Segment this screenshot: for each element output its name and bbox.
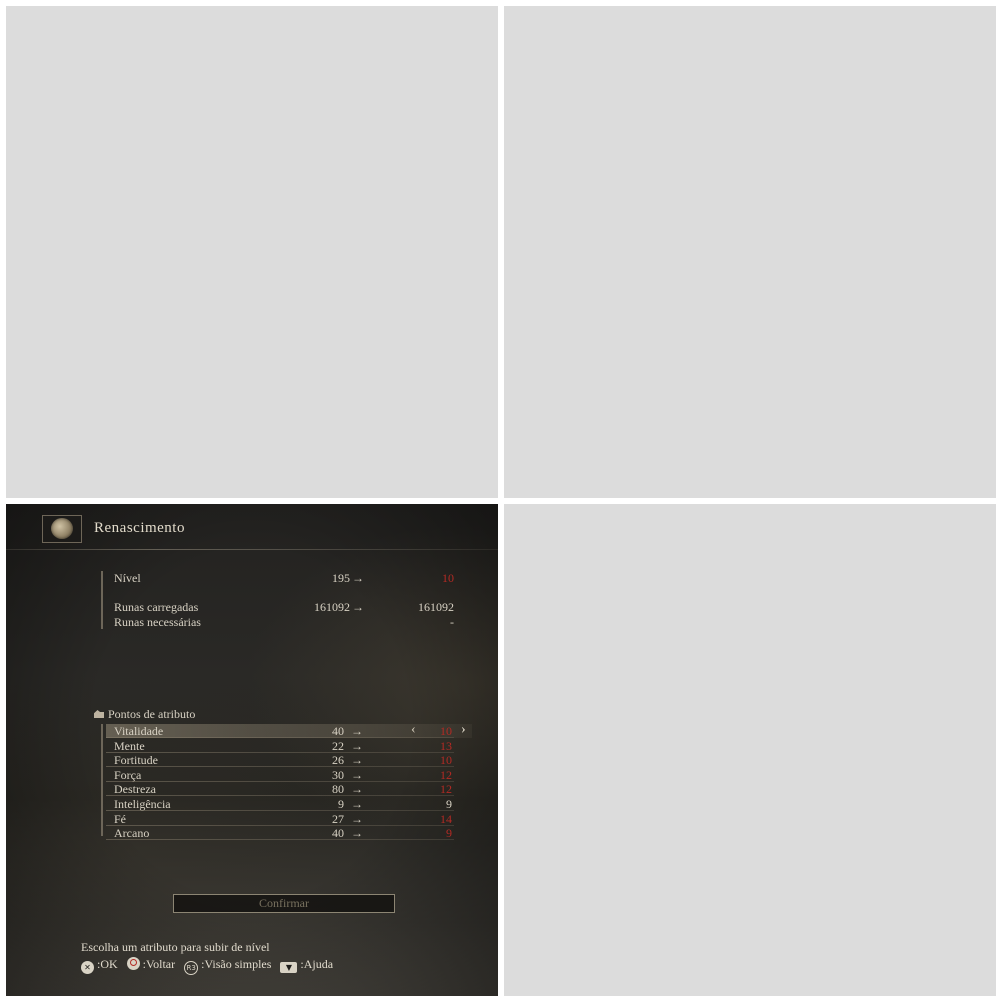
arrow-right-icon: → [351, 767, 363, 782]
attribute-label: Destreza [114, 782, 156, 797]
increase-chevron-icon[interactable]: › [461, 722, 466, 738]
level-new: 10 [442, 571, 454, 585]
circle-button-icon [126, 957, 140, 970]
attribute-row[interactable]: Força 30 → 12 [106, 768, 472, 782]
rebirth-emblem-icon [42, 515, 82, 543]
runes-held-row: Runas carregadas 161092 → 161092 [114, 600, 454, 615]
attribute-row[interactable]: Arcano 40 → 9 [106, 826, 472, 841]
attribute-current-value: 40 [332, 724, 344, 738]
attribute-row[interactable]: Fortitude 26 → 10 [106, 753, 472, 768]
runes-held-label: Runas carregadas [114, 600, 199, 614]
level-current: 195 [332, 571, 350, 585]
empty-panel-bottom-right [504, 504, 996, 996]
attribute-new-value: 12 [440, 782, 452, 797]
attribute-row[interactable]: Mente 22 → 13 [106, 739, 472, 753]
cross-button-icon: ✕ [81, 961, 94, 974]
attribute-row[interactable]: Destreza 80 → 12 [106, 782, 472, 797]
button-prompts: ✕:OK :Voltar R3:Visão simples ▼:Ajuda [81, 957, 339, 975]
attribute-current-value: 26 [332, 753, 344, 768]
runes-held-new: 161092 [418, 600, 454, 614]
empty-panel-top-left [6, 6, 498, 498]
attribute-current-value: 80 [332, 782, 344, 797]
help-text: Escolha um atributo para subir de nível [81, 940, 270, 954]
prompt-ok[interactable]: ✕:OK [81, 957, 118, 974]
attribute-label: Força [114, 767, 142, 782]
attribute-row[interactable]: Vitalidade 40 → 10 ‹ › [106, 722, 472, 738]
r3-button-icon: R3 [184, 961, 199, 975]
attribute-new-value: 13 [440, 738, 452, 753]
header-divider [6, 549, 498, 550]
arrow-right-icon: → [352, 600, 364, 614]
prompt-simple-view[interactable]: R3:Visão simples [184, 957, 271, 975]
attribute-label: Fortitude [114, 753, 158, 768]
empty-panel-top-right [504, 6, 996, 498]
arrow-right-icon: → [351, 811, 363, 826]
header: Renascimento [6, 504, 498, 554]
attribute-row[interactable]: Fé 27 → 14 [106, 812, 472, 826]
rebirth-screen: Renascimento Nível 195 → 10 Runas carreg… [6, 504, 498, 996]
attribute-label: Mente [114, 738, 145, 753]
attribute-new-value: 12 [440, 767, 452, 782]
prompt-help[interactable]: ▼:Ajuda [280, 957, 333, 973]
decrease-chevron-icon[interactable]: ‹ [411, 722, 416, 738]
attribute-new-value: 10 [440, 753, 452, 768]
attribute-label: Arcano [114, 826, 150, 841]
flexed-arm-icon [94, 710, 104, 718]
confirm-button[interactable]: Confirmar [173, 894, 395, 913]
attribute-current-value: 9 [338, 797, 344, 811]
arrow-right-icon: → [351, 753, 363, 768]
attribute-points-heading: Pontos de atributo [94, 707, 195, 722]
arrow-right-icon: → [351, 782, 363, 797]
arrow-right-icon: → [351, 724, 363, 738]
attribute-current-value: 22 [332, 738, 344, 753]
runes-held-current: 161092 [314, 600, 350, 614]
arrow-right-icon: → [351, 826, 363, 841]
attributes-bracket [101, 724, 103, 836]
attribute-new-value: 9 [446, 826, 452, 841]
runes-needed-label: Runas necessárias [114, 615, 201, 629]
attribute-label: Inteligência [114, 797, 171, 811]
arrow-right-icon: → [351, 738, 363, 753]
attribute-current-value: 27 [332, 811, 344, 826]
attribute-current-value: 30 [332, 767, 344, 782]
attribute-current-value: 40 [332, 826, 344, 841]
prompt-back[interactable]: :Voltar [126, 957, 175, 971]
attribute-row[interactable]: Inteligência 9 → 9 [106, 797, 472, 811]
arrow-right-icon: → [352, 571, 364, 585]
runes-needed-row: Runas necessárias - [114, 615, 454, 630]
runes-needed-value: - [450, 615, 454, 629]
page-title: Renascimento [94, 520, 185, 536]
arrow-right-icon: → [351, 797, 363, 811]
stats-bracket [101, 571, 103, 629]
level-label: Nível [114, 571, 141, 585]
level-row: Nível 195 → 10 [114, 571, 454, 586]
attribute-label: Vitalidade [114, 724, 164, 738]
attribute-new-value: 9 [446, 797, 452, 811]
attribute-label: Fé [114, 811, 126, 826]
attribute-new-value: 14 [440, 811, 452, 826]
dpad-down-icon: ▼ [280, 962, 298, 973]
